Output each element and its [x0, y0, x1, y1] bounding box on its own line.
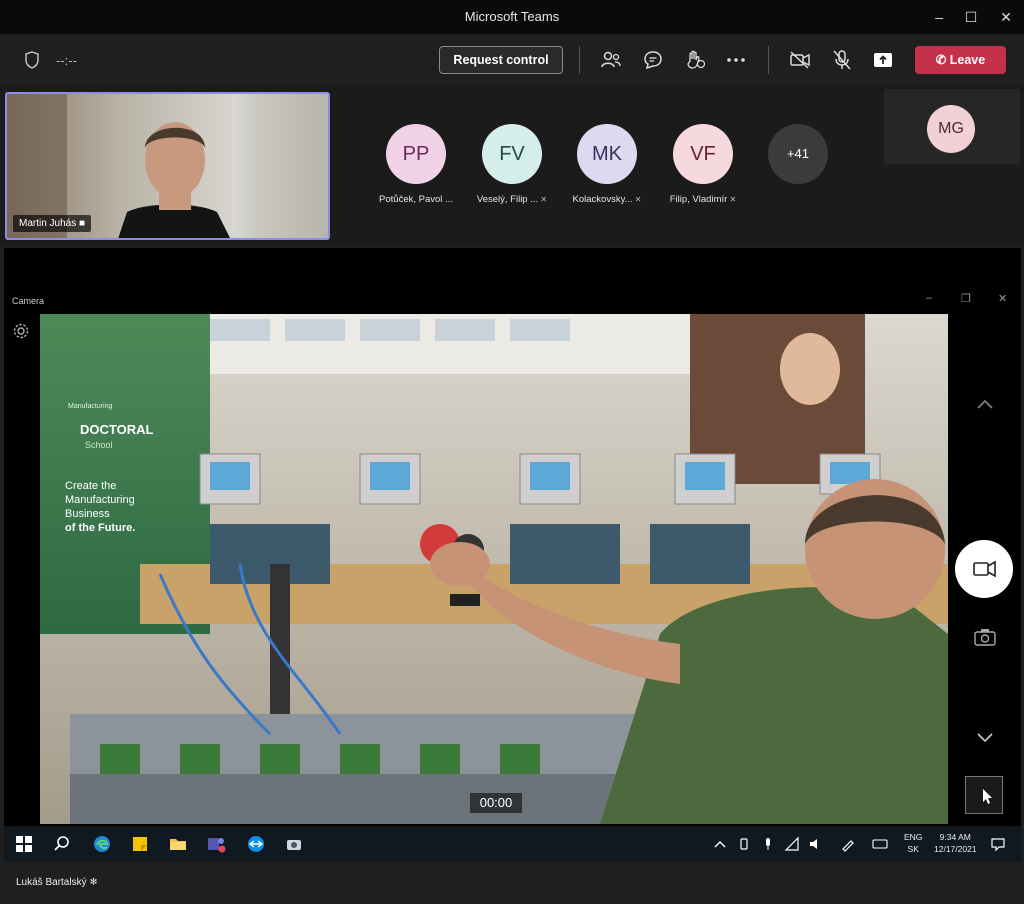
shield-icon: [25, 51, 39, 69]
settings-gear-icon[interactable]: [12, 322, 30, 340]
photo-camera-icon[interactable]: [974, 628, 996, 646]
banner-slogan-1: Create the: [65, 480, 116, 492]
minimize-icon[interactable]: –: [928, 6, 950, 28]
pointer-icon: [983, 789, 992, 804]
camera-minimize-icon[interactable]: –: [926, 292, 932, 304]
self-name-text: Martin Juhás: [19, 218, 77, 229]
mic-muted-icon: ✕: [632, 195, 642, 204]
tray-mic-icon[interactable]: [760, 836, 776, 852]
participant-name: Kolackovsky... ✕: [562, 194, 652, 205]
participant-name-text: Potůček, Pavol ...: [379, 194, 453, 205]
recording-timecode: 00:00: [470, 793, 522, 813]
window-title: Microsoft Teams: [464, 9, 560, 24]
tray-pen-icon[interactable]: [840, 836, 856, 852]
person-icon: ■: [79, 218, 86, 229]
avatar: MG: [927, 105, 975, 153]
windows-taskbar: ENG SK 9:34 AM 12/17/2021: [4, 826, 1021, 862]
avatar: VF: [673, 124, 733, 184]
share-screen-icon[interactable]: [871, 48, 895, 72]
chevron-down-icon[interactable]: [976, 732, 994, 744]
leave-label: Leave: [949, 53, 986, 67]
participant-name-text: Filip, Vladimír: [669, 194, 728, 205]
banner-slogan-2: Manufacturing: [65, 494, 135, 506]
avatar: FV: [482, 124, 542, 184]
maximize-icon[interactable]: ☐: [960, 6, 982, 28]
notifications-icon[interactable]: [990, 836, 1006, 852]
search-icon[interactable]: [52, 834, 72, 854]
taskbar-clock[interactable]: 9:34 AM 12/17/2021: [934, 831, 977, 855]
camera-restore-icon[interactable]: ❐: [961, 292, 971, 305]
cursor-control[interactable]: [965, 776, 1003, 814]
mic-muted-icon[interactable]: [830, 48, 854, 72]
more-participants[interactable]: +41: [753, 124, 843, 184]
phone-hangup-icon: ✆: [935, 53, 947, 67]
reactions-icon[interactable]: [683, 48, 707, 72]
teams-taskbar-icon[interactable]: [206, 834, 226, 854]
avatar: MK: [577, 124, 637, 184]
mic-muted-icon: ❄: [89, 877, 98, 888]
self-name-label: Martin Juhás ■: [13, 215, 92, 232]
camera-feed-scene: DOCTORAL School Manufacturing Create the…: [40, 314, 948, 824]
leave-button[interactable]: ✆ Leave: [915, 46, 1006, 74]
meeting-toolbar: --:-- Request control ✆ Leave: [0, 34, 1024, 86]
avatar: PP: [386, 124, 446, 184]
banner-slogan-4: of the Future.: [65, 522, 135, 534]
participant-vf[interactable]: VF Filip, Vladimír ✕: [658, 124, 748, 205]
file-explorer-icon[interactable]: [168, 834, 188, 854]
participant-name-text: Kolackovsky...: [572, 194, 633, 205]
camera-off-icon[interactable]: [788, 48, 812, 72]
language-secondary: SK: [907, 844, 919, 854]
banner-doctoral: DOCTORAL: [80, 422, 153, 437]
clock-time: 9:34 AM: [939, 832, 971, 842]
tray-keyboard-icon[interactable]: [872, 836, 888, 852]
overflow-count: +41: [768, 124, 828, 184]
language-primary: ENG: [904, 832, 923, 842]
banner-brand: Manufacturing: [68, 403, 112, 410]
banner-slogan-3: Business: [65, 508, 110, 520]
title-bar: Microsoft Teams – ☐ ✕: [0, 0, 1024, 34]
mic-muted-icon: ✕: [727, 195, 737, 204]
participant-strip: Martin Juhás ■ PP Potůček, Pavol ... FV Ves…: [0, 86, 1024, 246]
tray-chevron-up-icon[interactable]: [712, 836, 728, 852]
participant-tile-mg[interactable]: MG: [884, 89, 1020, 164]
self-video-tile[interactable]: Martin Juhás ■: [5, 92, 330, 240]
language-indicator[interactable]: ENG SK: [904, 831, 922, 855]
camera-app-icon[interactable]: [284, 834, 304, 854]
participant-name: Potůček, Pavol ...: [371, 194, 461, 205]
presenter-name: Lukáš Bartalský: [16, 877, 87, 888]
banner-school: School: [85, 440, 113, 450]
camera-feed: DOCTORAL School Manufacturing Create the…: [40, 314, 948, 824]
sticky-notes-icon[interactable]: [130, 834, 150, 854]
clock-date: 12/17/2021: [934, 844, 977, 854]
participant-fv[interactable]: FV Veselý, Filip ... ✕: [467, 124, 557, 205]
toolbar-divider: [579, 46, 580, 74]
presenter-label: Lukáš Bartalský ❄: [16, 877, 98, 888]
tray-device-icon[interactable]: [736, 836, 752, 852]
windows-start-icon[interactable]: [14, 834, 34, 854]
participant-mk[interactable]: MK Kolackovsky... ✕: [562, 124, 652, 205]
request-control-button[interactable]: Request control: [439, 46, 563, 74]
chat-icon[interactable]: [641, 48, 665, 72]
call-timer: --:--: [56, 53, 77, 68]
participant-name-text: Veselý, Filip ...: [476, 194, 539, 205]
close-icon[interactable]: ✕: [995, 6, 1017, 28]
participant-pp[interactable]: PP Potůček, Pavol ...: [371, 124, 461, 205]
mic-muted-icon: ✕: [538, 195, 548, 204]
tray-network-icon[interactable]: [784, 836, 800, 852]
chevron-up-icon[interactable]: [976, 398, 994, 410]
more-options-icon[interactable]: [724, 48, 748, 72]
camera-close-icon[interactable]: ✕: [998, 292, 1007, 305]
video-camera-icon: [973, 560, 996, 578]
record-video-button[interactable]: [955, 540, 1013, 598]
teamviewer-icon[interactable]: [246, 834, 266, 854]
tray-volume-icon[interactable]: [808, 836, 824, 852]
toolbar-divider: [768, 46, 769, 74]
participants-icon[interactable]: [599, 48, 623, 72]
participant-name: Filip, Vladimír ✕: [658, 194, 748, 205]
camera-app-title: Camera: [12, 296, 45, 306]
participant-name: Veselý, Filip ... ✕: [467, 194, 557, 205]
edge-browser-icon[interactable]: [92, 834, 112, 854]
shared-screen: Camera – ❐ ✕ DOCTORAL School Manufacturi…: [4, 248, 1021, 862]
